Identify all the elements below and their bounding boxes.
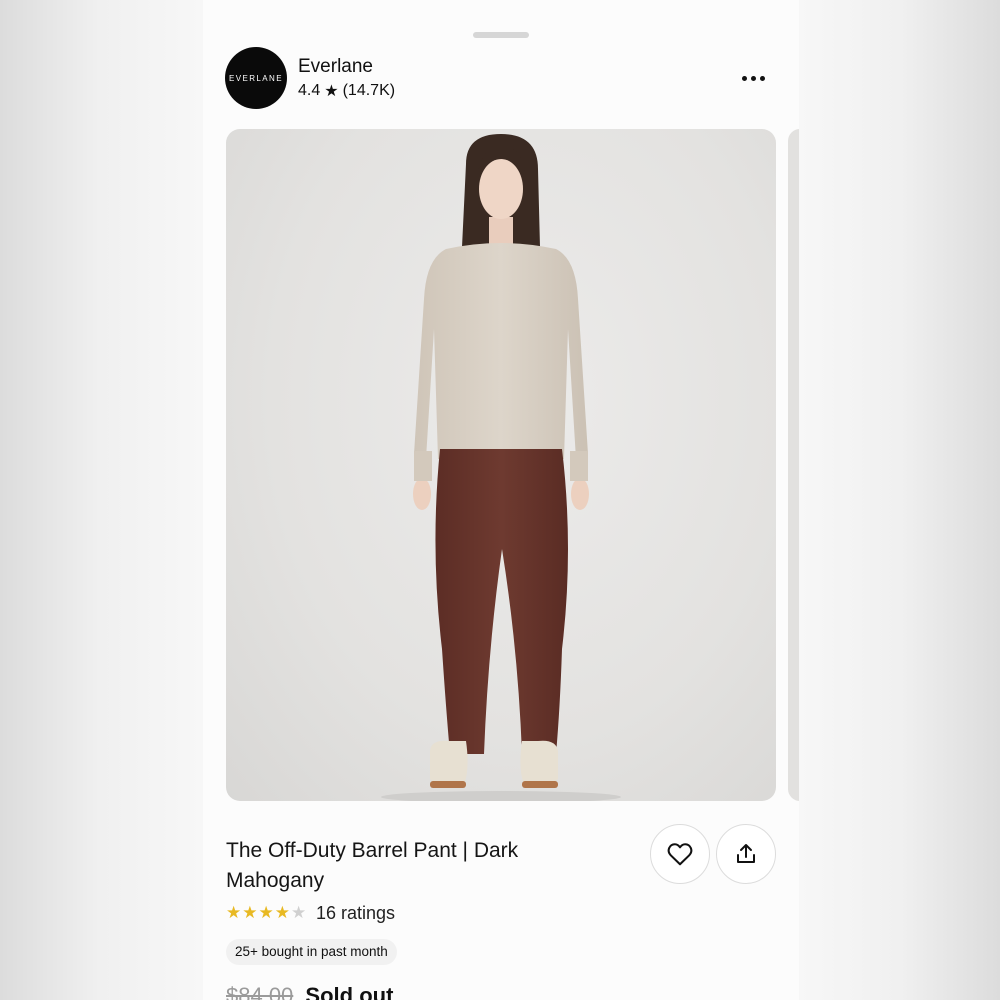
price-row: $84.00 Sold out	[226, 983, 393, 1000]
more-horizontal-icon	[741, 75, 747, 81]
star-filled-icon: ★	[242, 903, 258, 922]
star-filled-icon: ★	[258, 903, 274, 922]
ratings-count[interactable]: 16 ratings	[316, 903, 395, 924]
brand-logo-text: EVERLANE	[229, 73, 283, 83]
product-image[interactable]	[226, 129, 776, 801]
star-filled-icon: ★	[274, 903, 290, 922]
purchase-badge: 25+ bought in past month	[226, 939, 397, 965]
more-dot	[759, 75, 765, 81]
heart-icon	[667, 843, 693, 866]
brand-review-count: (14.7K)	[342, 82, 396, 99]
more-options-button[interactable]	[735, 64, 771, 92]
stock-status: Sold out	[305, 983, 394, 1000]
product-rating-stars[interactable]: ★ ★ ★ ★ ★	[226, 903, 306, 923]
share-button[interactable]	[716, 824, 776, 884]
model-illustration	[381, 134, 621, 801]
brand-rating-value: 4.4	[298, 82, 321, 99]
brand-logo[interactable]: EVERLANE	[225, 47, 287, 109]
brand-rating: 4.4 ★ (14.7K)	[298, 81, 395, 101]
product-price: $84.00	[226, 983, 294, 1000]
star-filled-icon: ★	[226, 903, 242, 922]
share-icon	[737, 844, 755, 863]
favorite-button[interactable]	[650, 824, 710, 884]
product-sheet: EVERLANE Everlane 4.4 ★ (14.7K) The Off-…	[203, 0, 799, 1000]
drag-handle[interactable]	[473, 32, 529, 38]
more-dot	[750, 75, 756, 81]
brand-name[interactable]: Everlane	[298, 56, 373, 78]
next-image-peek[interactable]	[788, 129, 799, 801]
product-title: The Off-Duty Barrel Pant | Dark Mahogany	[226, 839, 519, 892]
star-empty-icon: ★	[291, 903, 307, 922]
star-icon: ★	[324, 83, 339, 100]
